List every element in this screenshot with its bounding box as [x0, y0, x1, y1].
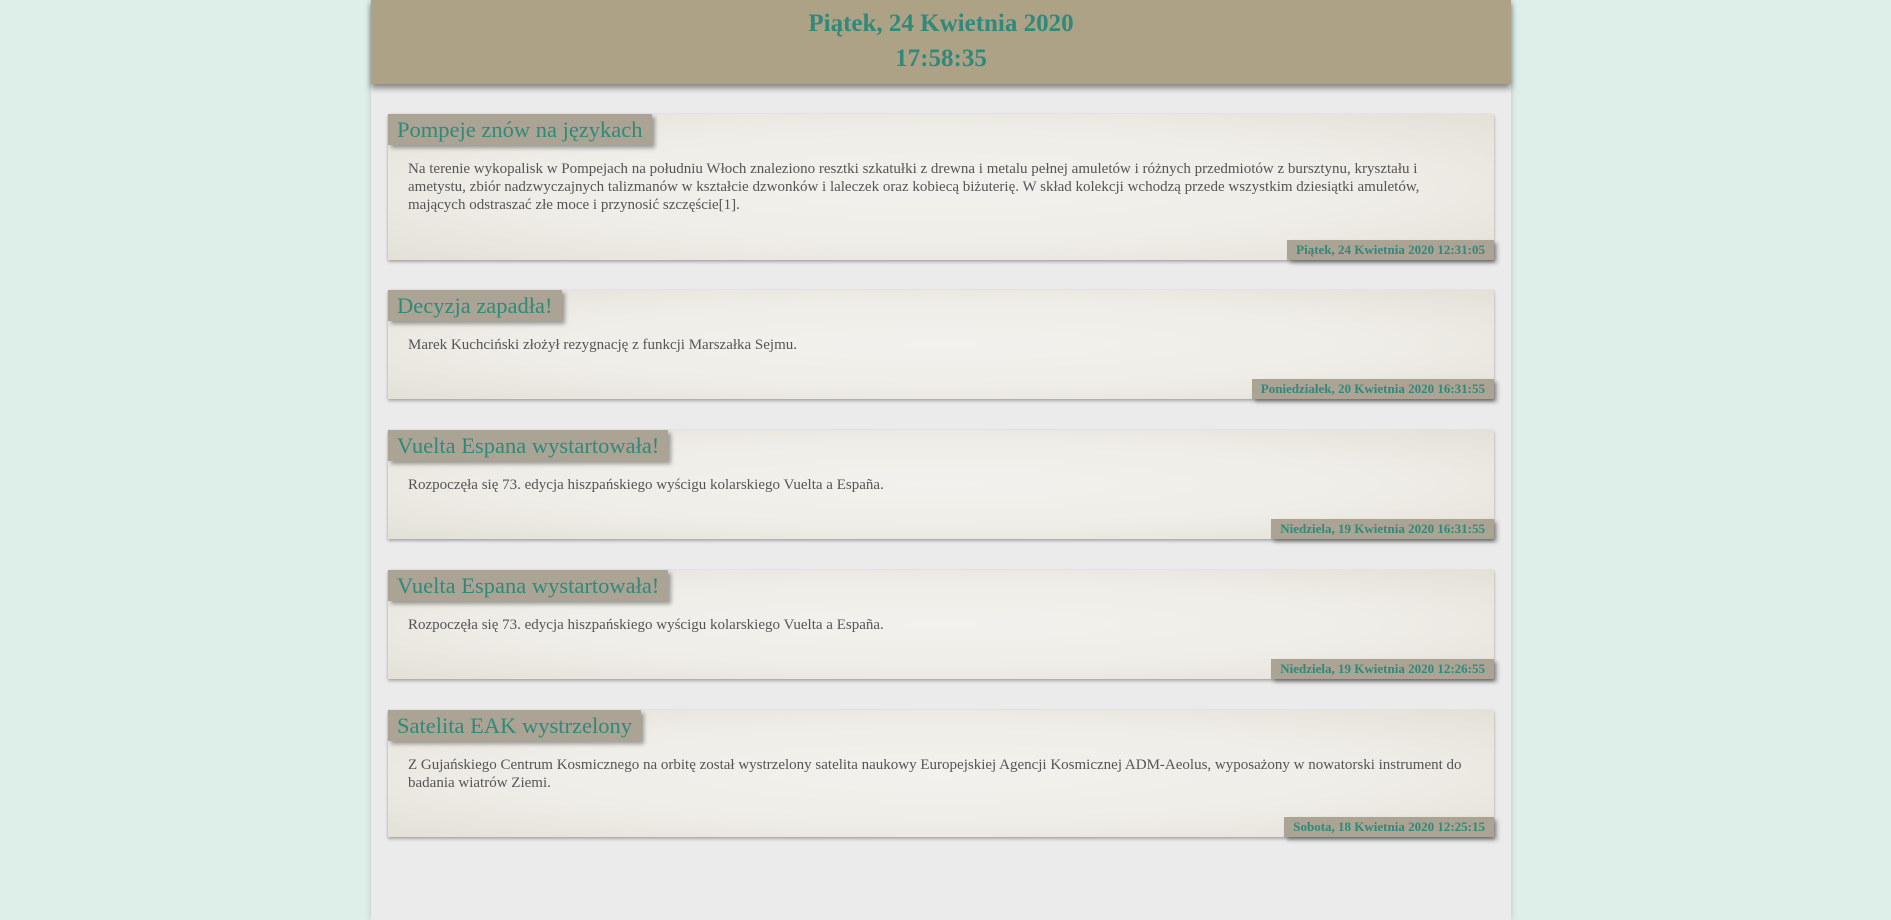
header-date: Piątek, 24 Kwietnia 2020	[808, 10, 1074, 37]
page-header: Piątek, 24 Kwietnia 2020 17:58:35	[371, 0, 1511, 84]
news-body: Rozpoczęła się 73. edycja hiszpańskiego …	[408, 617, 884, 633]
news-body: Z Gujańskiego Centrum Kosmicznego na orb…	[408, 757, 1462, 791]
news-title: Vuelta Espana wystartowała!	[388, 430, 669, 461]
news-title: Pompeje znów na językach	[388, 114, 652, 145]
news-body: Na terenie wykopalisk w Pompejach na poł…	[408, 161, 1420, 213]
news-title: Vuelta Espana wystartowała!	[388, 570, 669, 601]
news-date: Sobota, 18 Kwietnia 2020 12:25:15	[1284, 817, 1494, 837]
news-date: Niedziela, 19 Kwietnia 2020 12:26:55	[1271, 659, 1494, 679]
news-date: Niedziela, 19 Kwietnia 2020 16:31:55	[1271, 519, 1494, 539]
news-item: Satelita EAK wystrzelony Z Gujańskiego C…	[388, 710, 1494, 837]
news-title: Satelita EAK wystrzelony	[388, 710, 641, 741]
news-item: Pompeje znów na językach Na terenie wyko…	[388, 114, 1494, 260]
news-title: Decyzja zapadła!	[388, 290, 562, 321]
news-item: Vuelta Espana wystartowała! Rozpoczęła s…	[388, 570, 1494, 679]
page-container: Piątek, 24 Kwietnia 2020 17:58:35 Pompej…	[371, 0, 1511, 920]
news-body: Rozpoczęła się 73. edycja hiszpańskiego …	[408, 477, 884, 493]
news-body: Marek Kuchciński złożył rezygnację z fun…	[408, 337, 798, 353]
header-clock: 17:58:35	[895, 45, 987, 72]
news-date: Piątek, 24 Kwietnia 2020 12:31:05	[1287, 240, 1494, 260]
news-item: Decyzja zapadła! Marek Kuchciński złożył…	[388, 290, 1494, 399]
news-date: Poniedziałek, 20 Kwietnia 2020 16:31:55	[1251, 379, 1494, 399]
news-item: Vuelta Espana wystartowała! Rozpoczęła s…	[388, 430, 1494, 539]
